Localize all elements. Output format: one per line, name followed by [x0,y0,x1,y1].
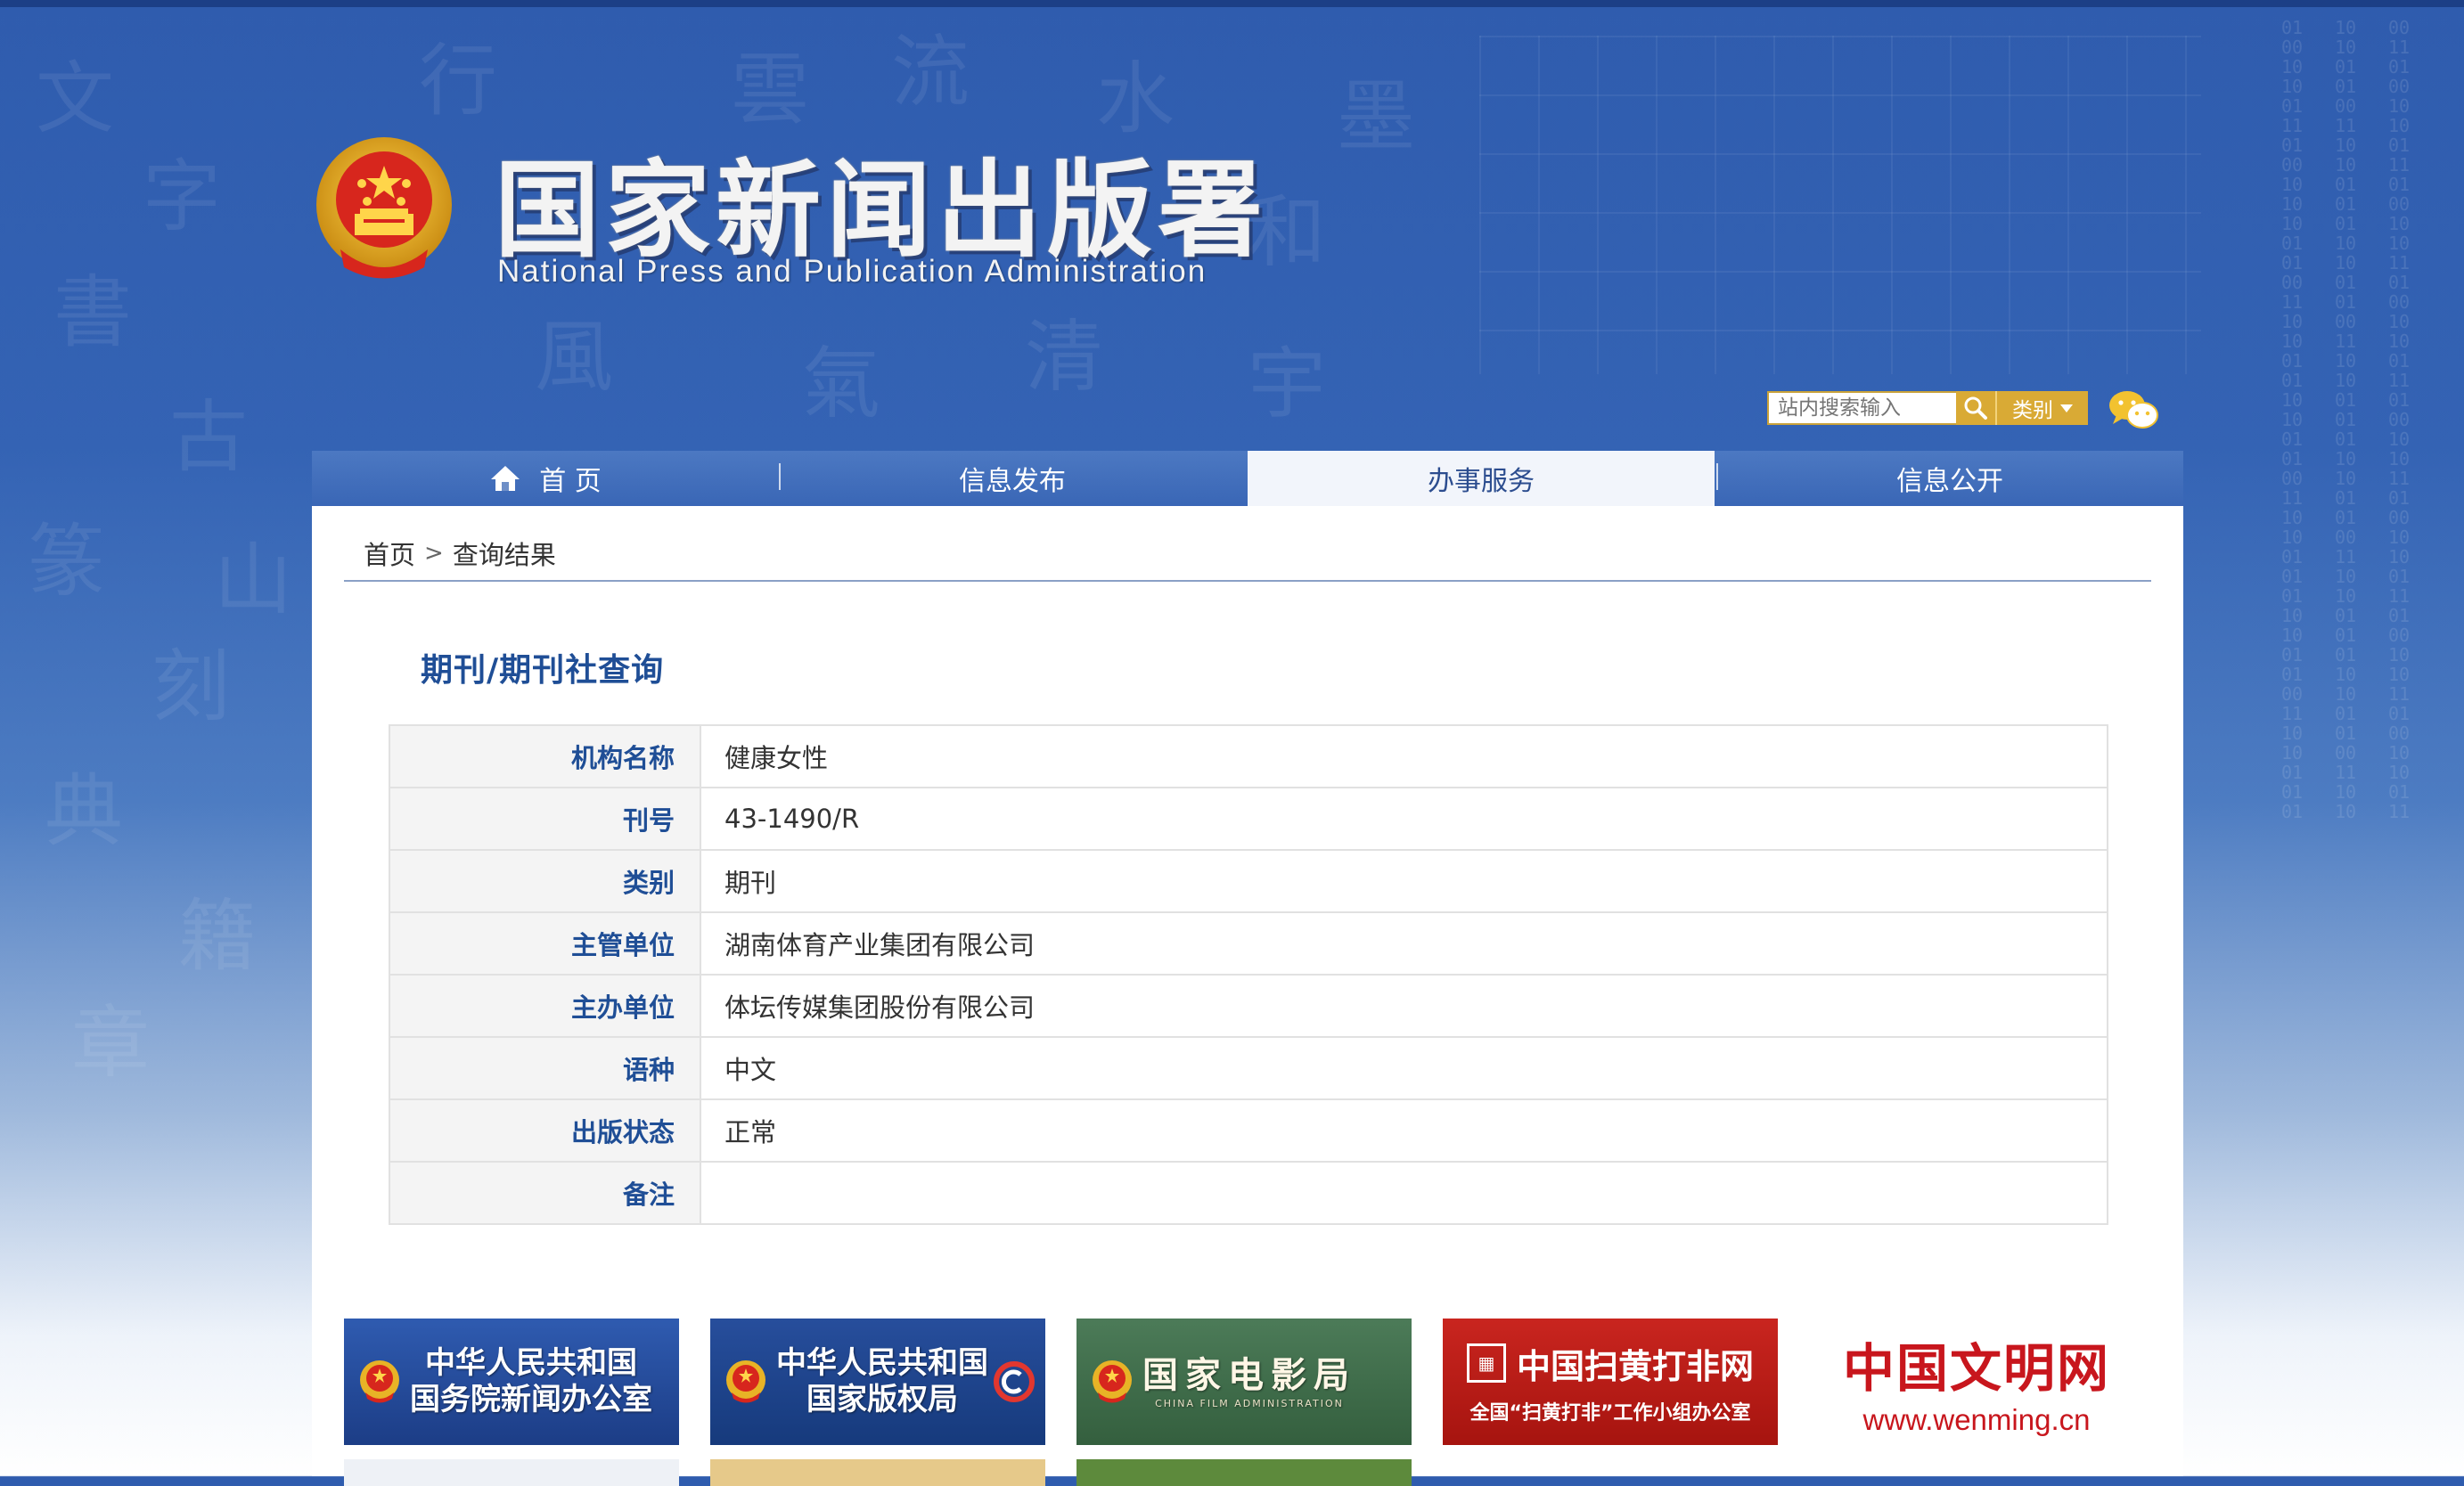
banner-copyright-administration[interactable]: 中华人民共和国 国家版权局 [710,1319,1045,1445]
field-label: 出版状态 [389,1098,701,1163]
table-row: 出版状态 正常 [389,1098,2108,1163]
banner-line1: 中华人民共和国 [776,1344,988,1381]
breadcrumb: 首页 > 查询结果 [364,535,556,572]
breadcrumb-divider [344,580,2151,582]
nav-info-disclosure-label: 信息公开 [1896,466,2003,497]
nav-home[interactable]: 首 页 [312,451,779,506]
field-value: 体坛传媒集团股份有限公司 [700,974,2108,1038]
banner-partial[interactable] [344,1459,679,1486]
banner-state-council-info-office[interactable]: 中华人民共和国 国务院新闻办公室 [344,1319,679,1445]
site-search: 类别 [1767,391,2088,425]
partner-links-row2 [344,1459,1412,1486]
table-row: 语种 中文 [389,1036,2108,1100]
field-value: 湖南体育产业集团有限公司 [700,911,2108,976]
seal-icon: ▦ [1466,1343,1506,1383]
background-grid [1479,36,2201,374]
breadcrumb-home-link[interactable]: 首页 [364,535,415,572]
search-icon [1964,396,1987,420]
table-row: 主办单位 体坛传媒集团股份有限公司 [389,974,2108,1038]
emblem-icon [1093,1360,1132,1403]
field-label: 语种 [389,1036,701,1100]
nav-info-release[interactable]: 信息发布 [779,451,1246,506]
banner-line1: 国家电影局 [1142,1354,1356,1396]
field-value: 43-1490/R [700,787,2108,851]
field-label: 类别 [389,849,701,913]
banner-line2: 全国“扫黄打非”工作小组办公室 [1469,1401,1751,1425]
banner-sub: CHINA FILM ADMINISTRATION [1155,1397,1344,1409]
field-label: 刊号 [389,787,701,851]
banner-line2: 国家版权局 [806,1382,958,1417]
nav-info-release-label: 信息发布 [959,466,1066,497]
field-label: 机构名称 [389,724,701,788]
field-value: 期刊 [700,849,2108,913]
table-row: 类别 期刊 [389,849,2108,913]
nav-services[interactable]: 办事服务 [1248,451,1715,506]
nav-services-label: 办事服务 [1428,466,1535,497]
category-label: 类别 [2012,399,2053,422]
emblem-icon [360,1360,399,1403]
site-subtitle: National Press and Publication Administr… [497,254,1207,289]
banner-line1: 中华人民共和国 [425,1344,637,1381]
nav-home-label: 首 页 [539,466,602,497]
table-row: 机构名称 健康女性 [389,724,2108,788]
banner-wenming[interactable]: 中国文明网 www.wenming.cn [1809,1319,2144,1445]
background-binary: 0100101001110100101010010100111010010110… [2281,18,2304,820]
field-value [700,1161,2108,1225]
national-emblem-logo [316,137,452,279]
breadcrumb-separator: > [424,540,444,567]
field-label: 备注 [389,1161,701,1225]
copyright-logo-icon [994,1361,1035,1402]
result-table: 机构名称 健康女性 刊号 43-1490/R 类别 期刊 主管单位 湖南体育产业… [389,724,2108,1225]
banner-partial[interactable] [1076,1459,1412,1486]
category-dropdown[interactable]: 类别 [1997,391,2088,425]
banner-anti-pornography[interactable]: ▦ 中国扫黄打非网 全国“扫黄打非”工作小组办公室 [1443,1319,1778,1445]
banner-line1: 中国扫黄打非网 [1516,1346,1754,1386]
partner-links: 中华人民共和国 国务院新闻办公室 中华人民共和国 国家版权局 国家电影局 CHI… [344,1319,2144,1445]
banner-line2: www.wenming.cn [1862,1403,2091,1436]
banner-partial[interactable] [710,1459,1045,1486]
background-binary: 1010010100111010010101101001010011101001… [2335,18,2357,820]
field-value: 正常 [700,1098,2108,1163]
section-title: 期刊/期刊社查询 [421,652,665,689]
home-icon [491,466,520,491]
banner-line2: 国务院新闻办公室 [410,1382,652,1417]
emblem-icon [726,1360,765,1403]
table-row: 备注 [389,1161,2108,1225]
chevron-down-icon [2060,404,2073,412]
main-panel: 首页 > 查询结果 期刊/期刊社查询 机构名称 健康女性 刊号 43-1490/… [312,506,2183,1486]
banner-line1: 中国文明网 [1842,1338,2110,1399]
main-nav: 首 页 信息发布 办事服务 信息公开 [312,451,2183,506]
nav-info-disclosure[interactable]: 信息公开 [1716,451,2183,506]
search-button[interactable] [1956,391,1997,425]
table-row: 刊号 43-1490/R [389,787,2108,851]
field-label: 主管单位 [389,911,701,976]
banner-china-film-administration[interactable]: 国家电影局 CHINA FILM ADMINISTRATION [1076,1319,1412,1445]
wechat-icon[interactable] [2108,388,2159,431]
breadcrumb-current: 查询结果 [452,540,556,570]
background-binary: 0011010010100111010010101101001010011101… [2388,18,2411,820]
table-row: 主管单位 湖南体育产业集团有限公司 [389,911,2108,976]
field-value: 健康女性 [700,724,2108,788]
field-label: 主办单位 [389,974,701,1038]
field-value: 中文 [700,1036,2108,1100]
search-input[interactable] [1767,391,1956,425]
